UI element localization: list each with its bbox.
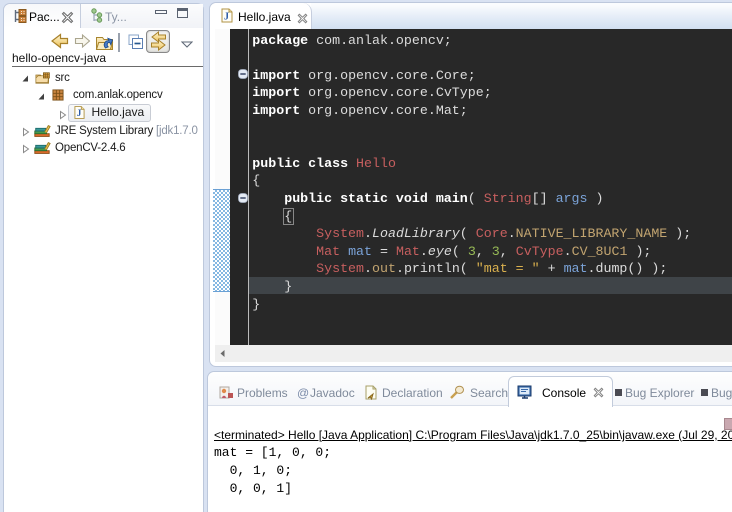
svg-text:J: J [224,12,229,23]
svg-text:J: J [77,108,82,118]
